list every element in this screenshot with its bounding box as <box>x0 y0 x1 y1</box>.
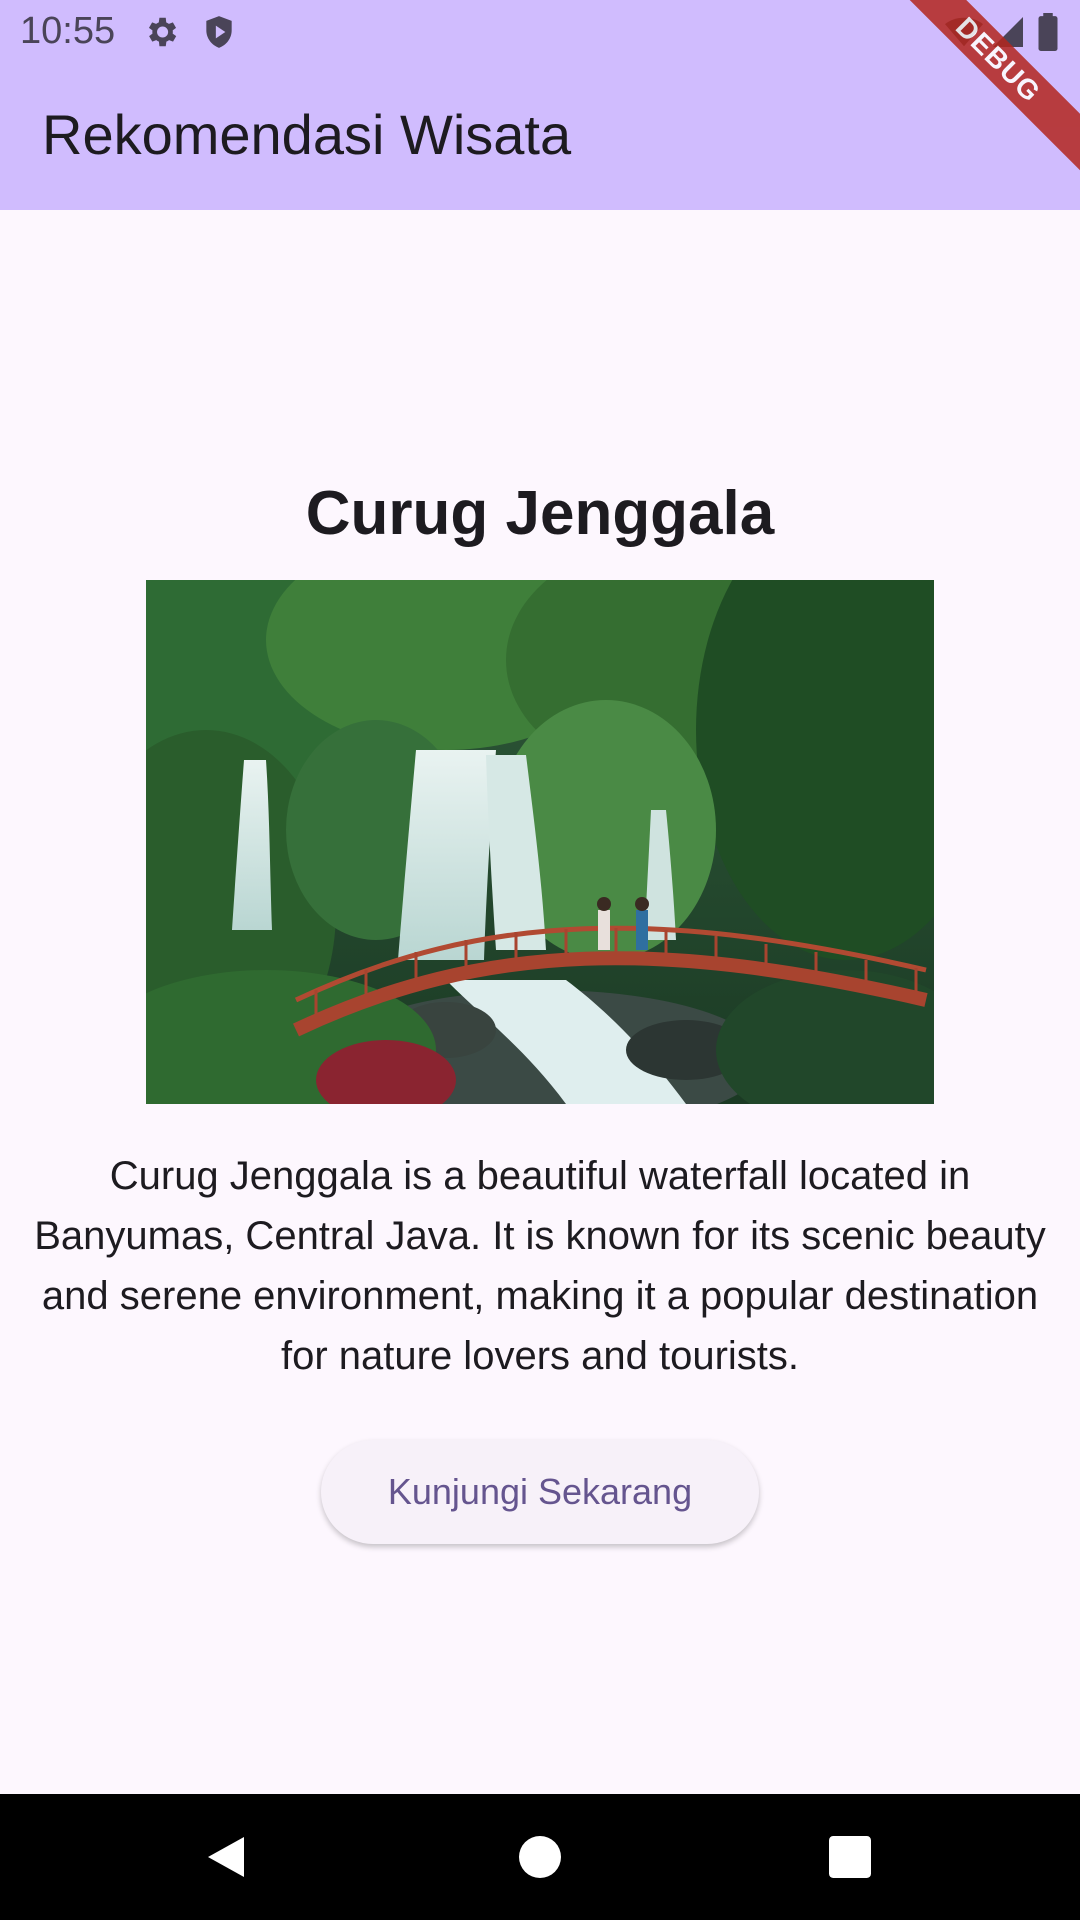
place-title: Curug Jenggala <box>305 479 775 548</box>
place-description: Curug Jenggala is a beautiful waterfall … <box>34 1154 1046 1378</box>
home-icon[interactable] <box>480 1794 600 1920</box>
gear-icon <box>142 13 180 56</box>
app-bar: 10:55 Rekomendasi Wisata DEBUG <box>0 0 1080 210</box>
main-content: Curug Jenggala Curug Jenggala is a beaut… <box>0 210 1080 1794</box>
status-time: 10:55 <box>20 10 116 52</box>
shield-icon <box>200 13 238 56</box>
battery-icon <box>1036 13 1060 56</box>
app-title: Rekomendasi Wisata <box>42 103 572 166</box>
recents-icon[interactable] <box>790 1794 910 1920</box>
visit-now-button[interactable]: Kunjungi Sekarang <box>321 1440 759 1544</box>
back-icon[interactable] <box>166 1794 286 1920</box>
place-image <box>146 580 934 1104</box>
status-bar: 10:55 <box>0 0 1080 64</box>
system-nav-bar <box>0 1794 1080 1920</box>
